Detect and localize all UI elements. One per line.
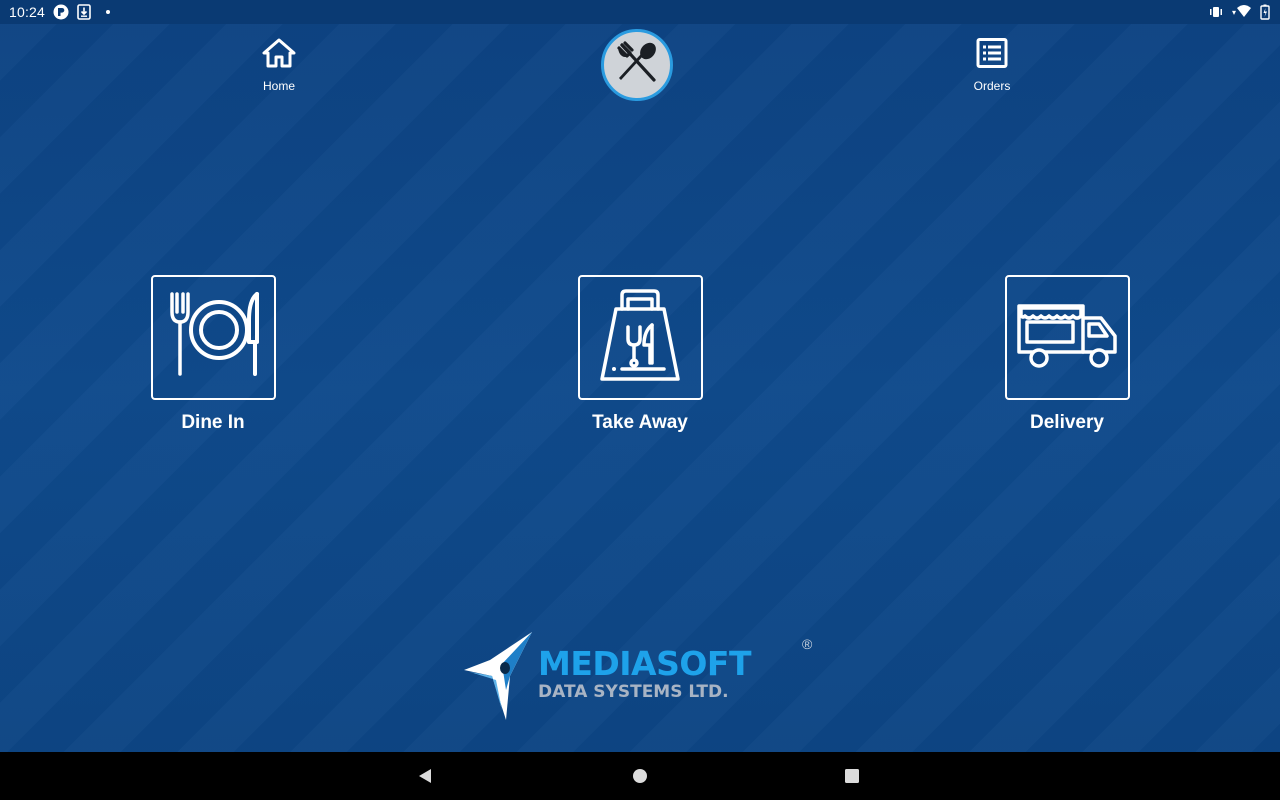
plate-fork-knife-icon xyxy=(161,290,265,385)
home-icon xyxy=(262,38,296,73)
brand-logo: MEDIASOFT DATA SYSTEMS LTD. ® xyxy=(462,630,822,722)
delivery-label: Delivery xyxy=(1030,412,1104,433)
brand-subtitle: DATA SYSTEMS LTD. xyxy=(538,682,729,702)
status-bar: 10:24 ▾ xyxy=(0,0,1280,24)
brand-emblem-icon xyxy=(462,630,538,727)
take-away-tile[interactable] xyxy=(577,275,703,400)
dine-in-label: Dine In xyxy=(181,412,245,433)
p-circle-icon xyxy=(53,4,69,20)
status-time: 10:24 xyxy=(9,4,46,20)
vibrate-icon xyxy=(1208,6,1224,18)
nav-home-button[interactable]: Home xyxy=(239,38,319,93)
brand-name: MEDIASOFT xyxy=(538,644,751,683)
delivery-truck-icon xyxy=(1015,300,1119,375)
dine-in-tile[interactable] xyxy=(150,275,276,400)
nav-home-label: Home xyxy=(262,79,295,93)
wifi-icon: ▾ xyxy=(1232,5,1252,19)
dot-icon xyxy=(105,9,111,15)
download-icon xyxy=(77,4,91,20)
app-screen: 10:24 ▾ Home Orders Dine In Take Away De… xyxy=(0,0,1280,800)
nav-orders-button[interactable]: Orders xyxy=(952,38,1032,93)
app-logo[interactable] xyxy=(601,29,673,101)
recents-square-icon[interactable] xyxy=(842,766,862,786)
dine-in-button[interactable]: Dine In xyxy=(133,275,293,434)
list-icon xyxy=(976,38,1008,73)
delivery-tile[interactable] xyxy=(1004,275,1130,400)
home-circle-icon[interactable] xyxy=(630,766,650,786)
svg-text:▾: ▾ xyxy=(1232,8,1236,17)
takeaway-bag-icon xyxy=(592,285,688,390)
registered-mark: ® xyxy=(802,636,813,652)
delivery-button[interactable]: Delivery xyxy=(987,275,1147,434)
battery-icon xyxy=(1260,4,1270,20)
system-nav-bar xyxy=(0,752,1280,800)
take-away-button[interactable]: Take Away xyxy=(560,275,720,434)
back-triangle-icon[interactable] xyxy=(415,766,435,786)
take-away-label: Take Away xyxy=(592,412,688,433)
fork-spoon-icon xyxy=(614,40,660,91)
nav-orders-label: Orders xyxy=(973,79,1011,93)
